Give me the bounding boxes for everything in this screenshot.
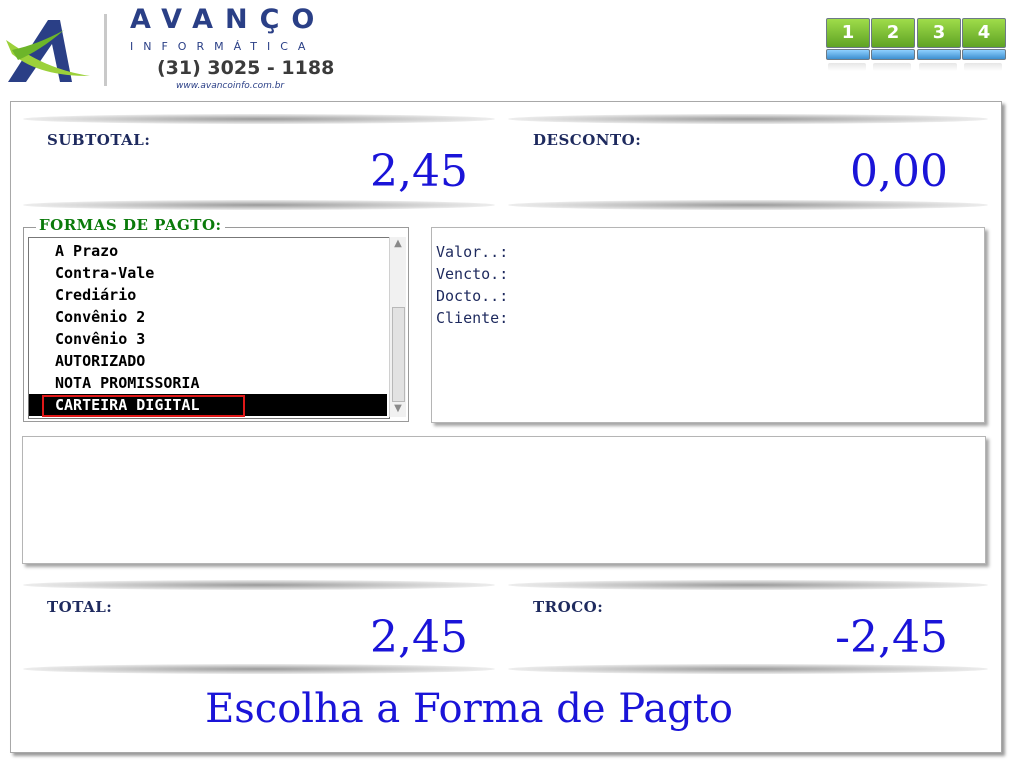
step-2-icon: 2: [871, 18, 915, 80]
status-message: Escolha a Forma de Pagto: [205, 686, 733, 732]
list-item[interactable]: NOTA PROMISSORIA: [29, 372, 387, 394]
divider: [23, 200, 495, 210]
payment-details-box: Valor..: Vencto.: Docto..: Cliente:: [431, 227, 985, 423]
detail-valor: Valor..:: [436, 243, 509, 261]
step-3-label: 3: [917, 18, 961, 48]
divider: [23, 580, 495, 590]
list-item[interactable]: AUTORIZADO: [29, 350, 387, 372]
subtotal-label: SUBTOTAL:: [47, 131, 151, 149]
step-2-label: 2: [871, 18, 915, 48]
detail-cliente: Cliente:: [436, 309, 509, 327]
list-item[interactable]: A Prazo: [29, 240, 387, 262]
avanco-logo-icon: [6, 20, 90, 82]
divider: [23, 114, 495, 124]
list-item[interactable]: Convênio 3: [29, 328, 387, 350]
subtotal-value: 2,45: [370, 146, 468, 197]
message-area: [22, 436, 986, 564]
scroll-thumb[interactable]: [392, 307, 405, 402]
brand-website: www.avancoinfo.com.br: [176, 81, 285, 91]
payment-methods-legend: FORMAS DE PAGTO:: [36, 216, 225, 234]
divider: [508, 580, 988, 590]
list-scrollbar[interactable]: ▲ ▼: [389, 237, 406, 417]
logo-divider: [104, 14, 107, 86]
total-label: TOTAL:: [47, 598, 113, 616]
scroll-up-icon[interactable]: ▲: [390, 237, 406, 251]
detail-docto: Docto..:: [436, 287, 509, 305]
step-1-icon: 1: [826, 18, 870, 80]
payment-methods-list[interactable]: A Prazo Contra-Vale Crediário Convênio 2…: [28, 237, 390, 419]
step-1-label: 1: [826, 18, 870, 48]
step-4-icon: 4: [962, 18, 1006, 80]
discount-label: DESCONTO:: [533, 131, 642, 149]
list-item[interactable]: Contra-Vale: [29, 262, 387, 284]
brand-name: AVANÇO: [130, 4, 327, 35]
list-item[interactable]: Crediário: [29, 284, 387, 306]
change-value: -2,45: [835, 612, 948, 663]
header-bar: AVANÇO INFORMÁTICA (31) 3025 - 1188 www.…: [0, 0, 1014, 100]
selection-highlight: [42, 395, 245, 417]
brand-subtitle: INFORMÁTICA: [130, 40, 316, 53]
divider: [23, 664, 495, 674]
list-item[interactable]: Convênio 2: [29, 306, 387, 328]
divider: [508, 200, 988, 210]
detail-vencto: Vencto.:: [436, 265, 509, 283]
divider: [508, 114, 988, 124]
change-label: TROCO:: [533, 598, 604, 616]
discount-value: 0,00: [850, 146, 948, 197]
divider: [508, 664, 988, 674]
scroll-down-icon[interactable]: ▼: [390, 402, 406, 416]
step-4-label: 4: [962, 18, 1006, 48]
step-3-icon: 3: [917, 18, 961, 80]
total-value: 2,45: [370, 612, 468, 663]
brand-phone: (31) 3025 - 1188: [157, 57, 335, 79]
